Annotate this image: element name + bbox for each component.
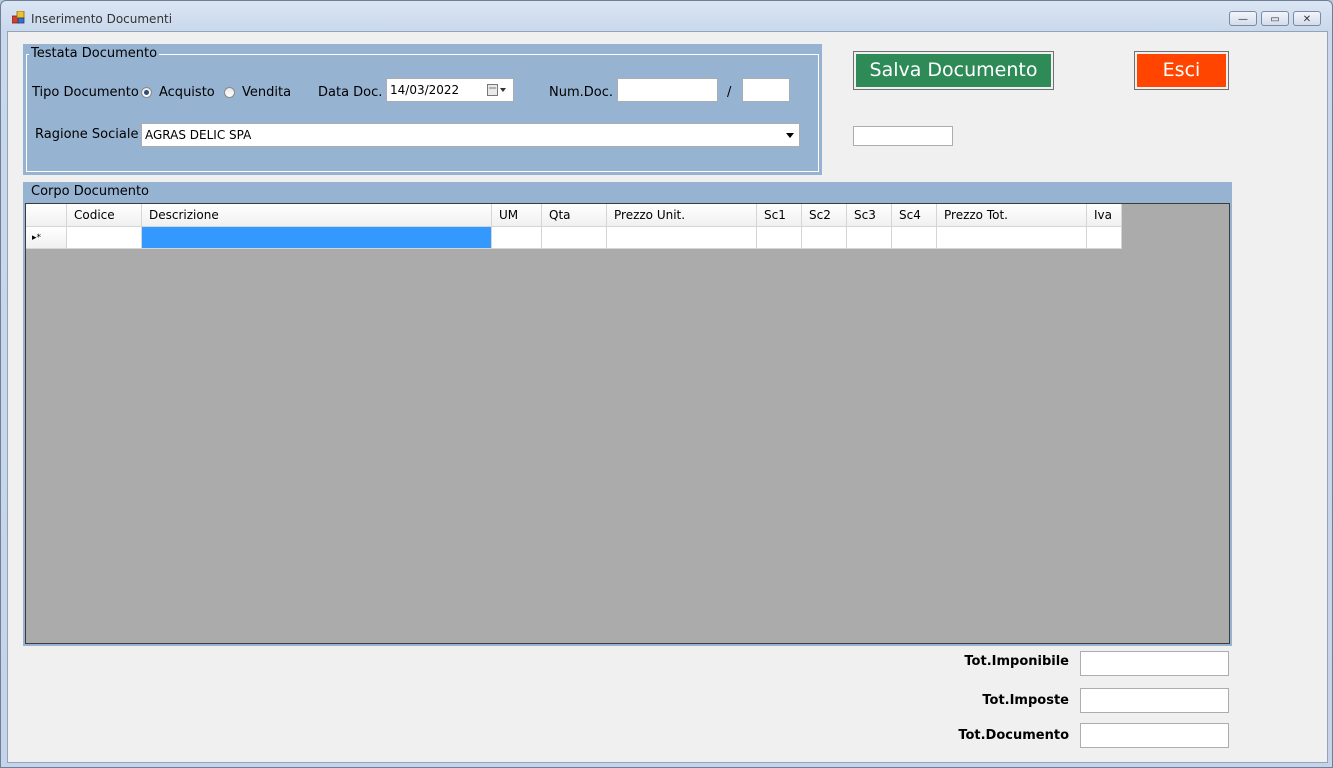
title-bar: Inserimento Documenti — ▭ ✕ [1,1,1332,31]
num-doc-separator: / [727,85,732,100]
header-groupbox: Testata Documento Tipo Documento Acquist… [23,44,822,175]
cell-qta[interactable] [542,227,607,249]
minimize-button[interactable]: — [1229,11,1257,26]
cell-iva[interactable] [1087,227,1122,249]
cell-sc1[interactable] [757,227,802,249]
ragione-sociale-label: Ragione Sociale [35,127,139,142]
maximize-button[interactable]: ▭ [1261,11,1289,26]
cell-sc4[interactable] [892,227,937,249]
document-lines-grid[interactable]: Codice Descrizione UM Qta Prezzo Unit. S… [25,203,1230,644]
app-icon [12,11,25,24]
tot-imponibile-label: Tot.Imponibile [964,654,1069,669]
cell-um[interactable] [492,227,542,249]
cell-descrizione[interactable] [142,227,492,249]
column-header-sc1[interactable]: Sc1 [757,204,802,227]
ragione-sociale-value: AGRAS DELIC SPA [145,128,252,142]
column-header-iva[interactable]: Iva [1087,204,1122,227]
column-header-descrizione[interactable]: Descrizione [142,204,492,227]
radio-acquisto-label[interactable]: Acquisto [159,85,215,100]
num-doc-suffix-input[interactable] [742,78,790,102]
cell-prezzo-unit[interactable] [607,227,757,249]
num-doc-label: Num.Doc. [549,85,614,100]
tot-imposte-field[interactable] [1080,688,1229,713]
calendar-dropdown-icon[interactable] [487,84,509,96]
data-doc-value: 14/03/2022 [390,83,460,97]
num-doc-input[interactable] [617,78,718,102]
cell-codice[interactable] [67,227,142,249]
tot-documento-field[interactable] [1080,723,1229,748]
radio-acquisto[interactable] [141,87,152,98]
esci-button[interactable]: Esci [1134,51,1229,90]
tipo-documento-label: Tipo Documento [32,85,139,100]
form-client-area: Testata Documento Tipo Documento Acquist… [7,31,1328,763]
tot-imponibile-field[interactable] [1080,651,1229,676]
data-doc-label: Data Doc. [318,85,383,100]
data-doc-picker[interactable]: 14/03/2022 [386,78,514,102]
chevron-down-icon[interactable] [786,133,794,138]
status-textbox[interactable] [853,126,953,146]
tot-imposte-label: Tot.Imposte [982,693,1069,708]
row-header-new[interactable]: ▸* [26,227,67,249]
close-button[interactable]: ✕ [1293,11,1321,26]
column-header-codice[interactable]: Codice [67,204,142,227]
header-group-title: Testata Documento [29,46,160,61]
salva-documento-button[interactable]: Salva Documento [853,51,1054,90]
column-header-sc2[interactable]: Sc2 [802,204,847,227]
body-groupbox: Corpo Documento Codice Descrizione UM Qt… [23,182,1232,646]
column-header-prezzo-unit[interactable]: Prezzo Unit. [607,204,757,227]
tot-documento-label: Tot.Documento [958,728,1069,743]
column-header-sc3[interactable]: Sc3 [847,204,892,227]
main-window: Inserimento Documenti — ▭ ✕ Testata Docu… [0,0,1333,768]
column-header-qta[interactable]: Qta [542,204,607,227]
column-header-prezzo-tot[interactable]: Prezzo Tot. [937,204,1087,227]
column-header-um[interactable]: UM [492,204,542,227]
body-group-title: Corpo Documento [29,184,152,199]
cell-prezzo-tot[interactable] [937,227,1087,249]
cell-sc3[interactable] [847,227,892,249]
column-header-sc4[interactable]: Sc4 [892,204,937,227]
grid-corner-header [26,204,67,227]
ragione-sociale-combobox[interactable]: AGRAS DELIC SPA [141,123,800,147]
radio-vendita-label[interactable]: Vendita [242,85,291,100]
radio-vendita[interactable] [224,87,235,98]
cell-sc2[interactable] [802,227,847,249]
window-title: Inserimento Documenti [31,12,173,26]
